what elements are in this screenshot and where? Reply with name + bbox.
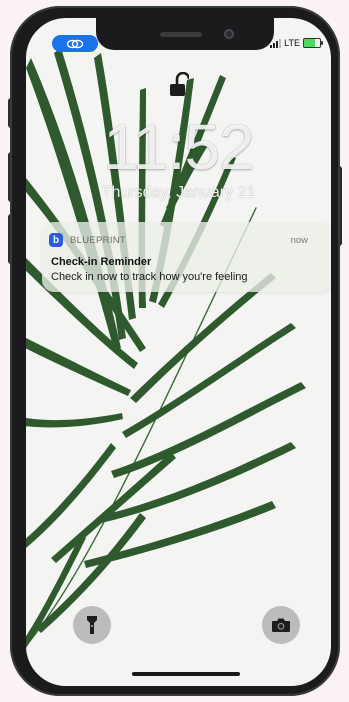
notification-body: Check in now to track how you're feeling (51, 271, 248, 283)
signal-icon (270, 38, 282, 48)
notification-time: now (290, 235, 308, 246)
battery-icon (303, 38, 323, 48)
camera-icon (272, 618, 290, 632)
network-type: LTE (284, 38, 300, 48)
status-indicators: LTE (270, 38, 323, 48)
lock-screen-date: Thursday, January 21 (101, 184, 256, 201)
blueprint-app-icon: b (49, 233, 63, 247)
lock-screen: LTE 11:52 Thursday, January 21 b BLUEPRI… (26, 18, 331, 686)
notification-app-name: BLUEPRINT (70, 235, 127, 246)
front-camera (224, 29, 234, 39)
speaker-grille (160, 32, 202, 37)
flashlight-button[interactable] (73, 606, 111, 644)
unlocked-padlock-icon (169, 71, 191, 103)
notification-title: Check-in Reminder (51, 256, 152, 268)
link-icon (66, 39, 84, 48)
home-indicator[interactable] (132, 672, 240, 676)
notch (96, 18, 274, 50)
notification-card[interactable]: b BLUEPRINT now Check-in Reminder Check … (42, 222, 331, 292)
screen-link-badge[interactable] (52, 35, 98, 52)
flashlight-icon (87, 616, 97, 634)
lock-screen-time: 11:52 (103, 111, 254, 183)
camera-button[interactable] (262, 606, 300, 644)
